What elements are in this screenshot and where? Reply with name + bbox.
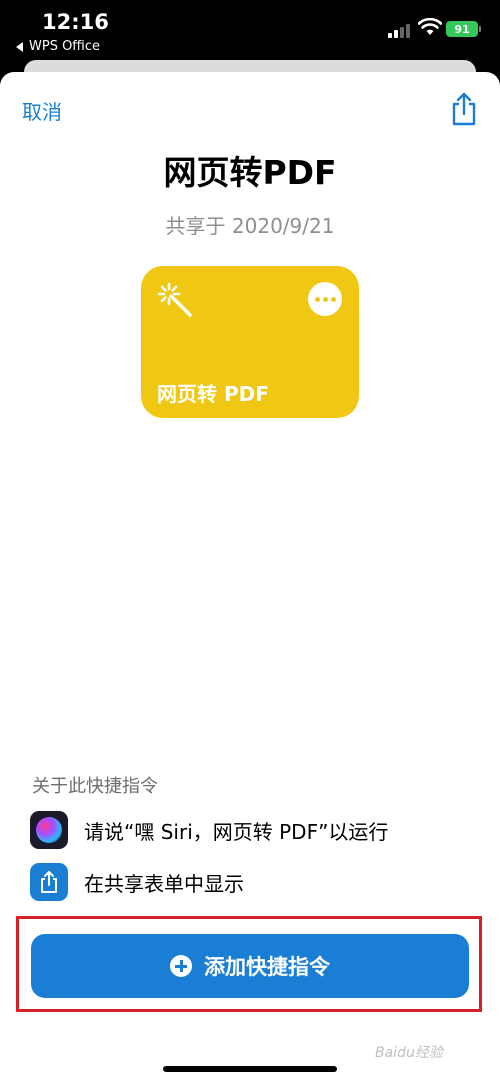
siri-phrase-row: 请说“嘿 Siri，网页转 PDF”以运行	[30, 810, 470, 850]
share-sheet-row: 在共享表单中显示	[30, 862, 470, 902]
page-title: 网页转PDF	[163, 153, 337, 192]
share-icon[interactable]	[450, 92, 478, 126]
shortcut-card-name: 网页转 PDF	[157, 382, 269, 406]
siri-phrase-text: 请说“嘿 Siri，网页转 PDF”以运行	[84, 819, 389, 844]
wifi-icon	[418, 18, 442, 35]
share-sheet-icon	[30, 863, 68, 901]
magic-wand-icon	[157, 282, 192, 317]
about-section-header: 关于此快捷指令	[32, 776, 158, 797]
status-bar: 12:16 WPS Office 91	[0, 0, 500, 62]
back-to-app-link[interactable]: WPS Office	[16, 39, 100, 54]
shortcut-card[interactable]: 网页转 PDF	[141, 266, 359, 418]
share-sheet-text: 在共享表单中显示	[84, 871, 244, 896]
battery-icon: 91	[446, 21, 478, 37]
annotation-highlight-box	[16, 916, 482, 1012]
watermark: Baidu经验	[375, 1045, 443, 1061]
back-arrow-icon	[16, 41, 23, 52]
status-time: 12:16	[42, 10, 109, 34]
siri-icon	[30, 811, 68, 849]
battery-level: 91	[454, 22, 470, 36]
shared-date: 共享于 2020/9/21	[165, 214, 335, 238]
cellular-signal-icon	[388, 24, 412, 38]
home-indicator[interactable]	[163, 1066, 337, 1072]
cancel-button[interactable]: 取消	[22, 96, 62, 125]
ellipsis-icon[interactable]	[308, 282, 342, 316]
battery-tip	[479, 26, 481, 32]
back-app-label: WPS Office	[29, 39, 101, 54]
